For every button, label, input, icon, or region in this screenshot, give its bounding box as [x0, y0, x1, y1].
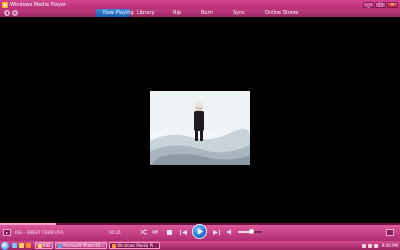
navigation-toolbar: Now Playing Library Rip Burn Sync Online… [0, 9, 400, 17]
desktop-icon[interactable] [12, 243, 17, 248]
maximize-button[interactable]: □ [375, 1, 386, 8]
media-player-icon [112, 243, 117, 248]
taskbar-buttons: Kiki Microsoft Photo Ed... Windows Media… [35, 242, 160, 249]
previous-icon[interactable] [179, 229, 188, 236]
speaker-icon[interactable] [226, 228, 234, 236]
video-frame[interactable] [150, 91, 250, 165]
volume-slider[interactable] [238, 229, 262, 234]
taskbar-button-label: Kiki [43, 243, 51, 248]
title-group: Windows Media Player [2, 1, 67, 8]
media-player-icon [2, 1, 8, 8]
tab-now-playing[interactable]: Now Playing [96, 9, 134, 17]
next-icon[interactable] [212, 229, 221, 236]
minimize-button[interactable]: _ [363, 1, 374, 8]
back-arrow-icon[interactable] [4, 10, 10, 16]
current-track-title: Kiki – SWEET CREW (PV) [15, 230, 64, 235]
stop-icon[interactable] [166, 229, 173, 236]
tab-sync[interactable]: Sync [226, 9, 258, 17]
taskbar-button-label: Microsoft Photo Ed... [63, 243, 105, 248]
volume-slider-knob[interactable] [249, 229, 255, 234]
play-pause-button[interactable] [192, 224, 207, 239]
tab-online-stores[interactable]: Online Stores [258, 9, 310, 17]
window-controls: _ □ × [363, 1, 398, 8]
taskbar-button-kiki[interactable]: Kiki [35, 242, 54, 249]
close-button[interactable]: × [387, 1, 398, 8]
play-icon [198, 228, 203, 235]
taskbar-button-media-player[interactable]: Windows Media Pl... [109, 242, 160, 249]
elapsed-time: 00:26 [109, 230, 121, 235]
taskbar: Kiki Microsoft Photo Ed... Windows Media… [0, 241, 400, 250]
folder-icon[interactable] [19, 243, 24, 248]
tab-rip[interactable]: Rip [166, 9, 194, 17]
language-icon[interactable] [373, 243, 378, 248]
video-still-image [150, 91, 250, 165]
switch-to-compact-mode-button[interactable] [386, 229, 394, 236]
main-tabs: Now Playing Library Rip Burn Sync Online… [96, 9, 310, 17]
tab-library[interactable]: Library [130, 9, 166, 17]
tab-burn[interactable]: Burn [194, 9, 226, 17]
start-button[interactable] [1, 241, 9, 250]
repeat-icon[interactable] [151, 228, 159, 236]
folder-icon [38, 243, 42, 248]
window-title: Windows Media Player [10, 1, 67, 8]
title-bar: Windows Media Player _ □ × [0, 0, 400, 9]
seek-bar-progress [0, 223, 56, 225]
taskbar-button-photo-editor[interactable]: Microsoft Photo Ed... [55, 242, 108, 249]
now-playing-list-button[interactable]: ▸ [3, 229, 11, 236]
media-player-launch-icon[interactable] [26, 243, 31, 248]
quick-launch [12, 243, 31, 248]
network-icon[interactable] [361, 243, 366, 248]
system-tray: 9:40 PM [361, 242, 398, 249]
taskbar-button-label: Windows Media Pl... [117, 243, 157, 248]
system-clock[interactable]: 9:40 PM [382, 243, 398, 248]
volume-tray-icon[interactable] [367, 243, 372, 248]
forward-arrow-icon[interactable] [12, 10, 18, 16]
video-display-area[interactable] [0, 17, 400, 223]
photo-editor-icon [58, 243, 63, 248]
shuffle-icon[interactable] [140, 228, 148, 236]
playback-controls-bar: ▸ Kiki – SWEET CREW (PV) 00:26 [0, 223, 400, 241]
nav-arrows [4, 10, 18, 16]
